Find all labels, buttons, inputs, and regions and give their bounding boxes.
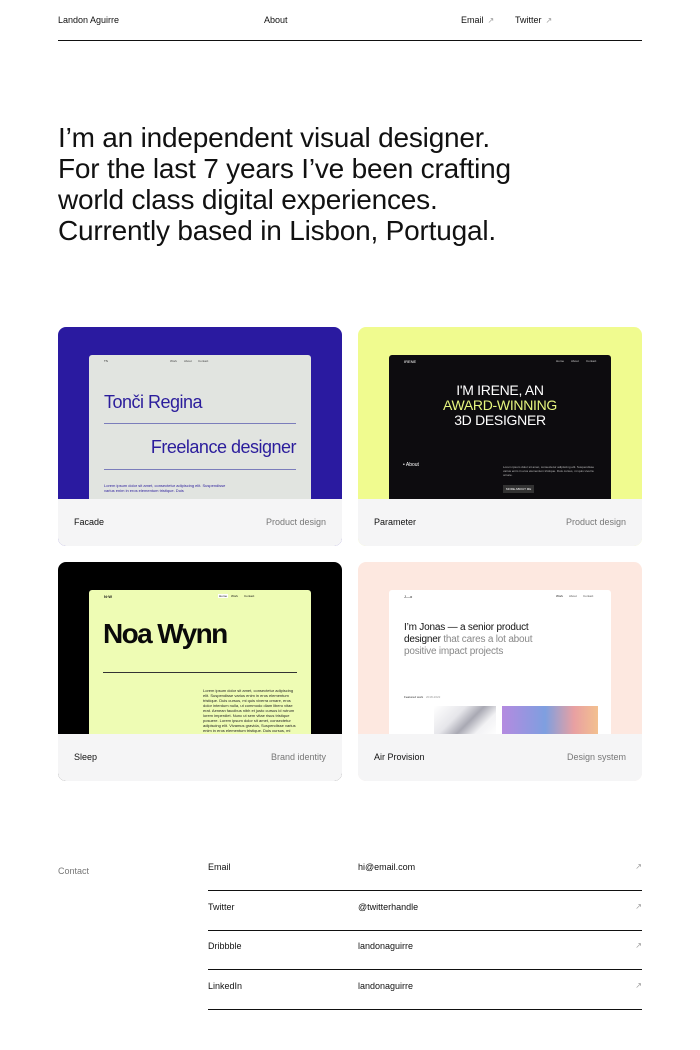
hero-line: Currently based in Lisbon, Portugal. bbox=[58, 215, 496, 246]
preview-button: MORE ABOUT ME bbox=[503, 485, 535, 493]
project-preview: TS Work About Contact Tonči Regina Freel… bbox=[89, 355, 311, 499]
preview-image-gradient bbox=[502, 706, 598, 734]
contact-section-label: Contact bbox=[58, 866, 90, 876]
hero-intro: I’m an independent visual designer. For … bbox=[58, 122, 558, 246]
preview-nav-item: Contact bbox=[198, 359, 209, 363]
hero-line: I’m an independent visual designer. bbox=[58, 122, 490, 153]
preview-logo: N·W bbox=[104, 594, 112, 599]
preview-headline-line: AWARD-WINNING bbox=[442, 397, 558, 413]
project-category: Design system bbox=[566, 752, 626, 762]
preview-headline-line: I'M IRENE, AN bbox=[456, 382, 544, 398]
project-card-sleep[interactable]: N·W Home Work Contact Noa Wynn Lorem ips… bbox=[58, 562, 342, 781]
preview-nav-item: Home bbox=[556, 359, 565, 363]
external-link-icon: ↗ bbox=[635, 941, 642, 950]
contact-label: Email bbox=[208, 862, 231, 872]
preview-headline-grey: that cares a lot about bbox=[440, 634, 533, 645]
external-link-icon: ↗ bbox=[635, 981, 642, 990]
project-preview: J—o Work About Contact I’m Jonas — a sen… bbox=[389, 590, 611, 734]
contact-value: @twitterhandle bbox=[358, 902, 419, 912]
external-link-icon: ↗ bbox=[635, 862, 642, 871]
preview-nav-item: About bbox=[571, 359, 579, 363]
preview-logo: IRENE bbox=[404, 359, 417, 364]
preview-headline-dark: designer bbox=[404, 634, 441, 645]
nav-email-label: Email bbox=[461, 15, 484, 25]
card-footer: Air Provision Design system bbox=[358, 734, 642, 781]
preview-nav-item: Work bbox=[170, 359, 177, 363]
preview-nav-item: Home bbox=[218, 594, 229, 598]
project-title: Sleep bbox=[74, 752, 98, 762]
preview-body: Lorem ipsum dolor sit amet, consectetur … bbox=[104, 483, 226, 493]
contact-label: Dribbble bbox=[208, 941, 242, 951]
preview-headline: I'M IRENE, AN AWARD-WINNING 3D DESIGNER bbox=[389, 383, 611, 428]
preview-nav-item: Contact bbox=[244, 594, 255, 598]
project-card-air-provision[interactable]: J—o Work About Contact I’m Jonas — a sen… bbox=[358, 562, 642, 781]
external-link-icon: ↗ bbox=[545, 16, 553, 25]
preview-about: • About bbox=[403, 462, 419, 468]
preview-caption: 2018-2022 bbox=[426, 695, 441, 699]
contact-row-dribbble[interactable]: Dribbble landonaguirre ↗ bbox=[208, 930, 642, 970]
nav-email-link[interactable]: Email ↗ bbox=[461, 15, 494, 25]
project-preview: IRENE Home About Contact I'M IRENE, AN A… bbox=[389, 355, 611, 499]
project-card-parameter[interactable]: IRENE Home About Contact I'M IRENE, AN A… bbox=[358, 327, 642, 546]
preview-divider bbox=[103, 672, 297, 673]
contact-row-email[interactable]: Email hi@email.com ↗ bbox=[208, 851, 642, 891]
nav-twitter-label: Twitter bbox=[515, 15, 542, 25]
card-footer: Facade Product design bbox=[58, 499, 342, 546]
site-owner-name[interactable]: Landon Aguirre bbox=[58, 15, 119, 25]
project-title: Air Provision bbox=[374, 752, 425, 762]
project-title: Facade bbox=[74, 517, 105, 527]
preview-nav-item: Contact bbox=[586, 359, 597, 363]
project-category: Product design bbox=[565, 517, 626, 527]
contact-row-linkedin[interactable]: LinkedIn landonaguirre ↗ bbox=[208, 970, 642, 1010]
project-card-facade[interactable]: TS Work About Contact Tonči Regina Freel… bbox=[58, 327, 342, 546]
project-category: Product design bbox=[265, 517, 326, 527]
external-link-icon: ↗ bbox=[635, 902, 642, 911]
preview-headline: I’m Jonas — a senior product designer th… bbox=[404, 622, 533, 658]
project-title: Parameter bbox=[374, 517, 417, 527]
hero-line: world class digital experiences. bbox=[58, 184, 438, 215]
preview-divider bbox=[104, 469, 296, 470]
preview-heading: Noa Wynn bbox=[103, 618, 228, 649]
preview-subheading: Freelance designer bbox=[150, 437, 297, 457]
preview-headline-line: I’m Jonas — a senior product bbox=[404, 622, 529, 633]
preview-body: Lorem ipsum dolor sit amet, consectetur … bbox=[203, 688, 296, 734]
preview-nav-item: Work bbox=[556, 594, 563, 598]
contact-value: landonaguirre bbox=[358, 981, 414, 991]
contact-value: landonaguirre bbox=[358, 941, 414, 951]
preview-heading: Tonči Regina bbox=[104, 392, 203, 412]
preview-body: Lorem ipsum dolor sit amet, consectetur … bbox=[503, 465, 595, 477]
preview-headline-line: 3D DESIGNER bbox=[454, 412, 546, 428]
preview-headline-line: positive impact projects bbox=[404, 646, 504, 657]
preview-image-silver bbox=[434, 706, 496, 734]
project-preview: N·W Home Work Contact Noa Wynn Lorem ips… bbox=[89, 590, 311, 734]
hero-line: For the last 7 years I’ve been crafting bbox=[58, 153, 511, 184]
project-category: Brand identity bbox=[270, 752, 326, 762]
preview-logo: TS bbox=[104, 359, 108, 363]
nav-about-link[interactable]: About bbox=[264, 15, 288, 25]
preview-caption: Featured work bbox=[404, 695, 424, 699]
preview-headline-line: designer that cares a lot about bbox=[404, 634, 533, 646]
nav-twitter-link[interactable]: Twitter ↗ bbox=[515, 15, 552, 25]
card-footer: Sleep Brand identity bbox=[58, 734, 342, 781]
preview-logo: J—o bbox=[404, 594, 413, 599]
contact-row-twitter[interactable]: Twitter @twitterhandle ↗ bbox=[208, 891, 642, 931]
site-header: Landon Aguirre About Email ↗ Twitter ↗ bbox=[58, 0, 642, 41]
external-link-icon: ↗ bbox=[487, 16, 495, 25]
card-footer: Parameter Product design bbox=[358, 499, 642, 546]
contact-label: Twitter bbox=[208, 902, 235, 912]
contact-value: hi@email.com bbox=[358, 862, 416, 872]
preview-nav-item: About bbox=[184, 359, 192, 363]
preview-nav-item: About bbox=[569, 594, 577, 598]
preview-nav-item: Work bbox=[231, 594, 238, 598]
contact-label: LinkedIn bbox=[208, 981, 243, 991]
preview-nav-item: Contact bbox=[583, 594, 594, 598]
preview-divider bbox=[104, 423, 296, 424]
